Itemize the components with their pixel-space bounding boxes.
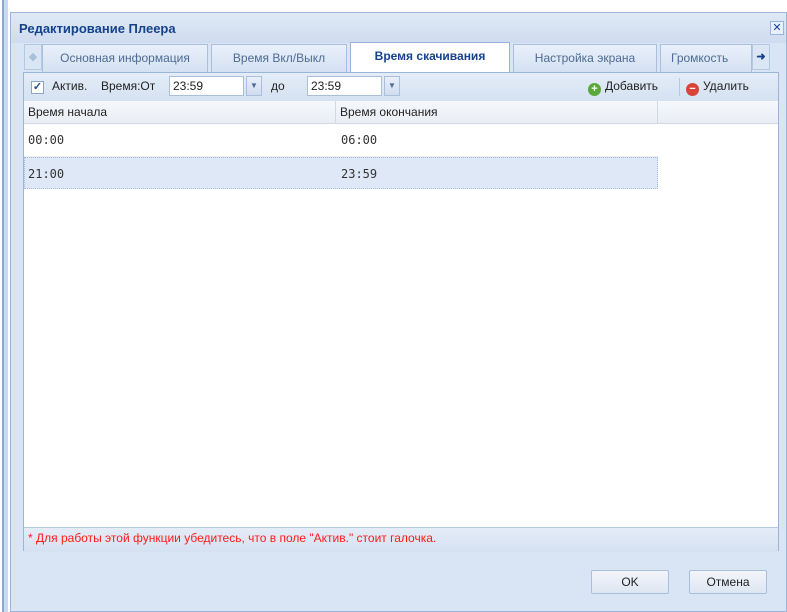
schedule-toolbar: ✓ Актив. Время:От 23:59 ▼ до 23:59 ▼ + До…: [24, 73, 778, 102]
active-checkbox[interactable]: ✓: [31, 81, 44, 94]
tab-on-off-time[interactable]: Время Вкл/Выкл: [211, 44, 347, 72]
active-label: Актив.: [52, 79, 88, 93]
background-window-edge: [0, 0, 8, 612]
tab-scroll-right-icon[interactable]: ➜: [752, 44, 770, 70]
time-from-label: Время:От: [101, 79, 156, 93]
time-from-dropdown-icon[interactable]: ▼: [246, 76, 262, 96]
delete-icon: −: [686, 83, 699, 96]
tab-scroll-left-icon[interactable]: ◆: [24, 44, 42, 70]
column-header-end-time[interactable]: Время окончания: [336, 101, 658, 123]
table-row[interactable]: 00:00 06:00: [24, 124, 658, 157]
add-button-label: Добавить: [605, 79, 659, 93]
column-header-start-time[interactable]: Время начала: [24, 101, 336, 123]
time-to-field[interactable]: 23:59: [307, 76, 382, 96]
download-time-panel: ✓ Актив. Время:От 23:59 ▼ до 23:59 ▼ + До…: [23, 72, 779, 552]
time-to-dropdown-icon[interactable]: ▼: [384, 76, 400, 96]
table-row-selected[interactable]: 21:00 23:59: [24, 157, 658, 189]
add-button[interactable]: + Добавить: [588, 79, 658, 96]
dialog-title: Редактирование Плеера: [19, 21, 176, 36]
dialog-titlebar[interactable]: Редактирование Плеера ✕: [11, 13, 786, 43]
tab-strip: ◆ Основная информация Время Вкл/Выкл Вре…: [14, 42, 770, 73]
add-icon: +: [588, 83, 601, 96]
toolbar-separator: [679, 78, 680, 96]
ok-button[interactable]: OK: [591, 570, 669, 594]
hint-note: * Для работы этой функции убедитесь, что…: [28, 531, 437, 545]
time-from-field[interactable]: 23:59: [169, 76, 244, 96]
grid-header: Время начала Время окончания: [24, 101, 778, 124]
cancel-button[interactable]: Отмена: [689, 570, 767, 594]
time-to-label: до: [271, 79, 285, 93]
tab-basic-info[interactable]: Основная информация: [42, 44, 208, 72]
delete-button-label: Удалить: [703, 79, 749, 93]
tab-download-time[interactable]: Время скачивания: [350, 42, 510, 73]
delete-button[interactable]: − Удалить: [686, 79, 749, 96]
tab-screen-settings[interactable]: Настройка экрана: [513, 44, 657, 72]
cell-end-time: 23:59: [341, 167, 378, 181]
cell-start-time: 00:00: [28, 133, 65, 147]
tab-volume[interactable]: Громкость: [660, 44, 752, 72]
cell-start-time: 21:00: [28, 167, 65, 181]
close-icon[interactable]: ✕: [770, 21, 784, 35]
cell-end-time: 06:00: [341, 133, 378, 147]
